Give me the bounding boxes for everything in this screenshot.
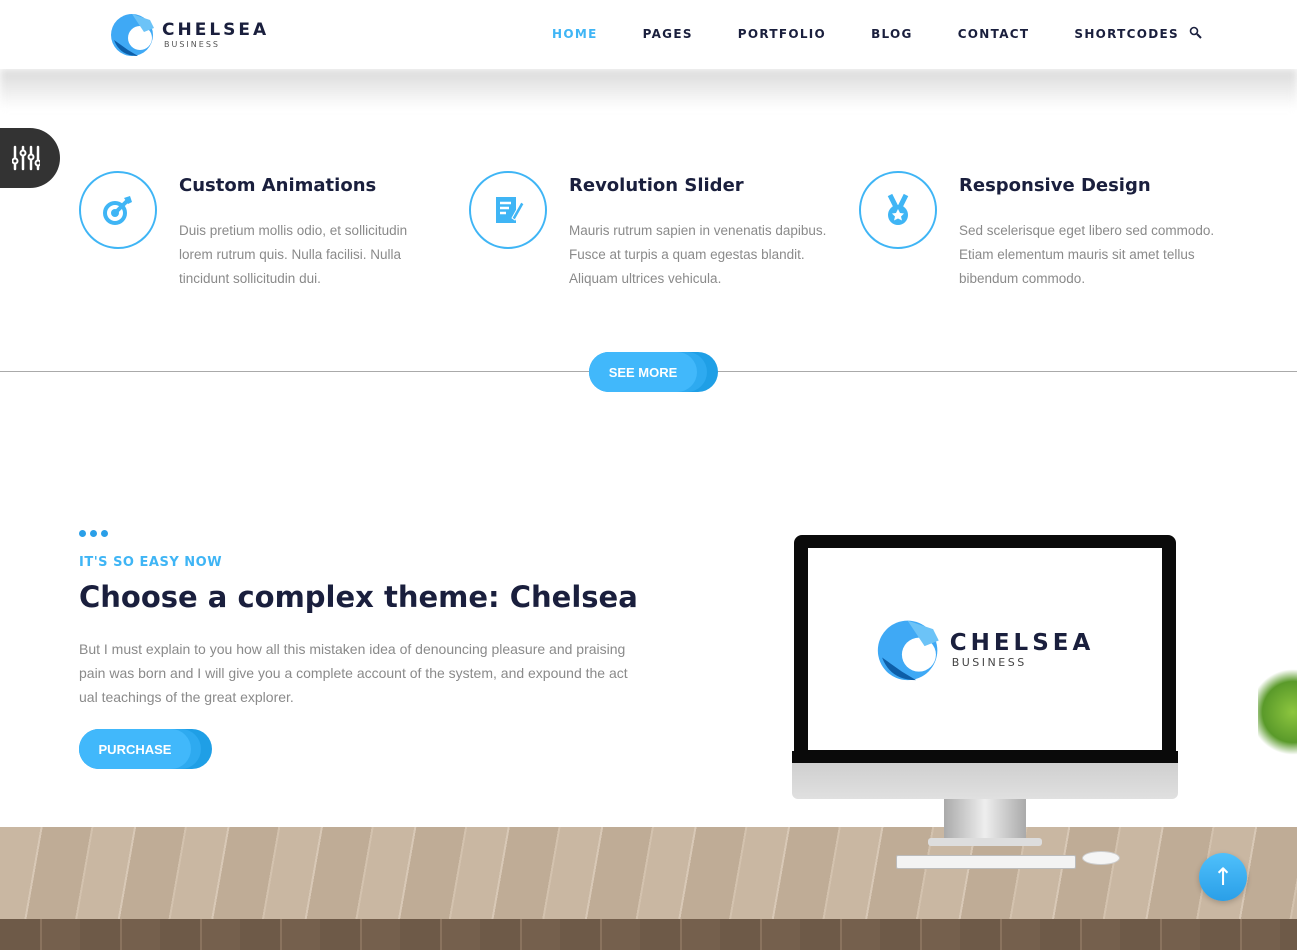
tree-image (1258, 662, 1297, 762)
see-more-label: SEE MORE (589, 352, 697, 392)
header-shadow (0, 69, 1297, 109)
sliders-icon (12, 145, 40, 171)
monitor-stand (944, 799, 1026, 839)
monitor-screen: CHELSEA BUSINESS (808, 548, 1162, 750)
document-edit-icon (469, 171, 547, 249)
dots-decoration (79, 530, 108, 537)
feature-description: Duis pretium mollis odio, et sollicitudi… (179, 223, 408, 286)
feature-description: Mauris rutrum sapien in venenatis dapibu… (569, 223, 827, 286)
mouse-image (1082, 851, 1120, 865)
nav-home[interactable]: HOME (552, 27, 598, 41)
purchase-button[interactable]: PURCHASE (79, 729, 212, 769)
purchase-label: PURCHASE (79, 729, 191, 769)
nav-contact[interactable]: CONTACT (958, 27, 1030, 41)
screen-brand-name: CHELSEA (949, 629, 1095, 656)
nav-pages[interactable]: PAGES (643, 27, 693, 41)
target-icon (79, 171, 157, 249)
feature-description: Sed scelerisque eget libero sed commodo.… (959, 223, 1215, 286)
feature-title: Revolution Slider (569, 175, 744, 196)
see-more-button[interactable]: SEE MORE (589, 352, 718, 392)
promo-kicker: IT'S SO EASY NOW (79, 555, 223, 570)
settings-toggle-button[interactable] (0, 128, 60, 188)
logo[interactable]: CHELSEA BUSINESS (110, 10, 269, 58)
wood-floor (0, 827, 1297, 919)
monitor-chin (792, 763, 1178, 799)
promo-title: Choose a complex theme: Chelsea (79, 580, 638, 614)
nav-blog[interactable]: BLOG (871, 27, 913, 41)
medal-icon (859, 171, 937, 249)
brand-name: CHELSEA (162, 19, 270, 40)
feature-title: Custom Animations (179, 175, 377, 196)
header: CHELSEA BUSINESS HOME PAGES PORTFOLIO BLO… (0, 0, 1297, 69)
keyboard-image (896, 855, 1076, 869)
lion-logo-icon (877, 620, 939, 681)
nav-shortcodes[interactable]: SHORTCODES (1074, 27, 1179, 41)
monitor-image: CHELSEA BUSINESS (794, 535, 1176, 751)
promo-text: But I must explain to you how all this m… (79, 641, 628, 705)
search-icon[interactable] (1189, 26, 1203, 44)
feature-title: Responsive Design (959, 175, 1151, 196)
scroll-to-top-button[interactable]: ↑ (1199, 853, 1247, 901)
lion-logo-icon (111, 14, 154, 56)
arrow-up-icon: ↑ (1212, 863, 1234, 891)
main-nav: HOME PAGES PORTFOLIO BLOG CONTACT SHORTC… (552, 27, 1224, 41)
wood-floor-edge (0, 919, 1297, 950)
nav-portfolio[interactable]: PORTFOLIO (738, 27, 826, 41)
monitor-base (928, 838, 1042, 846)
monitor-bezel (792, 751, 1178, 763)
screen-brand-tagline: BUSINESS (951, 655, 1027, 669)
brand-tagline: BUSINESS (164, 39, 220, 49)
